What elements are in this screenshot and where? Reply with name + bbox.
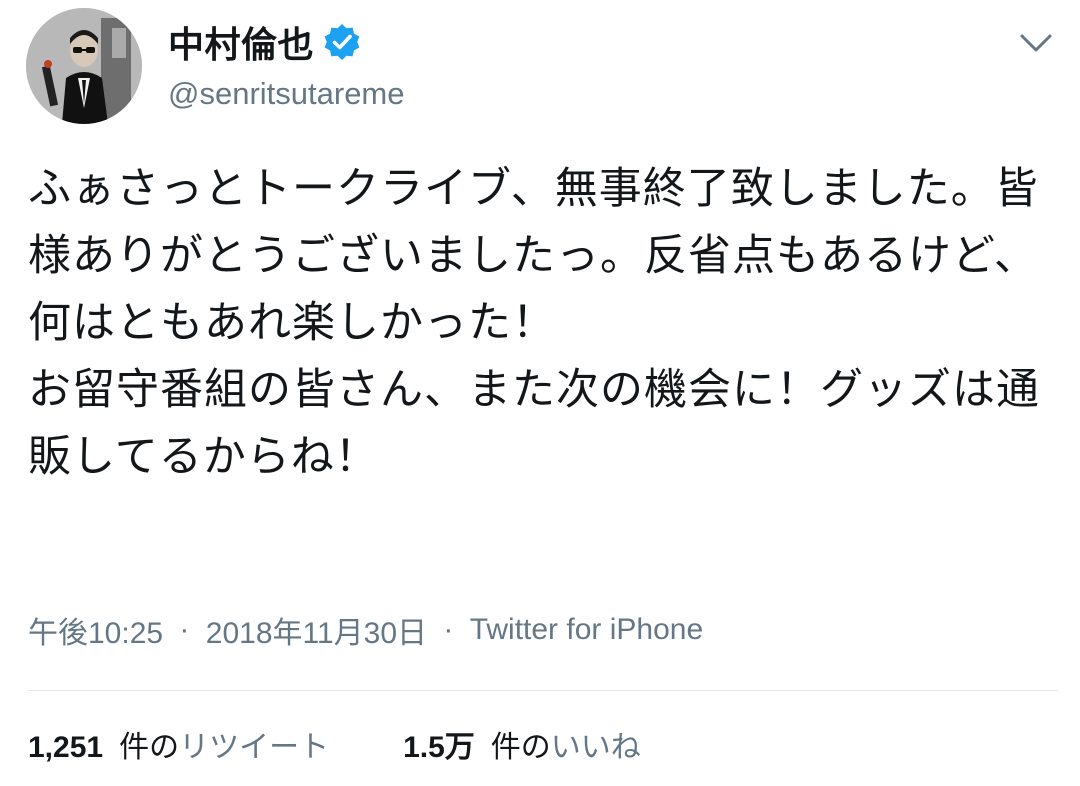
- retweet-unit: 件の: [119, 730, 180, 765]
- display-name-row: 中村倫也: [168, 20, 405, 66]
- meta-separator: ·: [443, 613, 454, 646]
- tweet-header: 中村倫也 @senritsutareme: [26, 8, 1056, 126]
- chevron-down-icon[interactable]: [1016, 28, 1056, 58]
- tweet-time[interactable]: 午後10:25: [28, 617, 163, 650]
- tweet-metadata: 午後10:25 · 2018年11月30日 · Twitter for iPho…: [28, 608, 703, 652]
- like-label: いいね: [550, 730, 641, 765]
- likes-stat[interactable]: 1.5万 件の いいね: [403, 722, 641, 766]
- retweet-label: リツイート: [179, 730, 330, 765]
- verified-badge-icon: [322, 22, 362, 62]
- tweet-date[interactable]: 2018年11月30日: [206, 617, 427, 650]
- divider: [28, 690, 1058, 691]
- like-count: 1.5万: [403, 731, 475, 764]
- tweet-detail: 中村倫也 @senritsutareme ふぁさっとトークライブ、無事終了致しま…: [0, 0, 1080, 786]
- tweet-text: ふぁさっとトークライブ、無事終了致しました。皆様ありがとうございましたっ。反省点…: [28, 164, 1040, 482]
- avatar-image: [26, 8, 142, 124]
- like-unit: 件の: [490, 730, 551, 765]
- tweet-source[interactable]: Twitter for iPhone: [470, 613, 703, 646]
- display-name[interactable]: 中村倫也: [168, 16, 314, 68]
- user-names: 中村倫也 @senritsutareme: [168, 20, 405, 112]
- retweet-count: 1,251: [28, 731, 104, 764]
- avatar[interactable]: [26, 8, 142, 124]
- meta-separator: ·: [179, 613, 190, 646]
- tweet-stats: 1,251 件の リツイート 1.5万 件の いいね: [28, 722, 641, 766]
- retweets-stat[interactable]: 1,251 件の リツイート: [28, 722, 329, 766]
- user-handle[interactable]: @senritsutareme: [168, 76, 405, 112]
